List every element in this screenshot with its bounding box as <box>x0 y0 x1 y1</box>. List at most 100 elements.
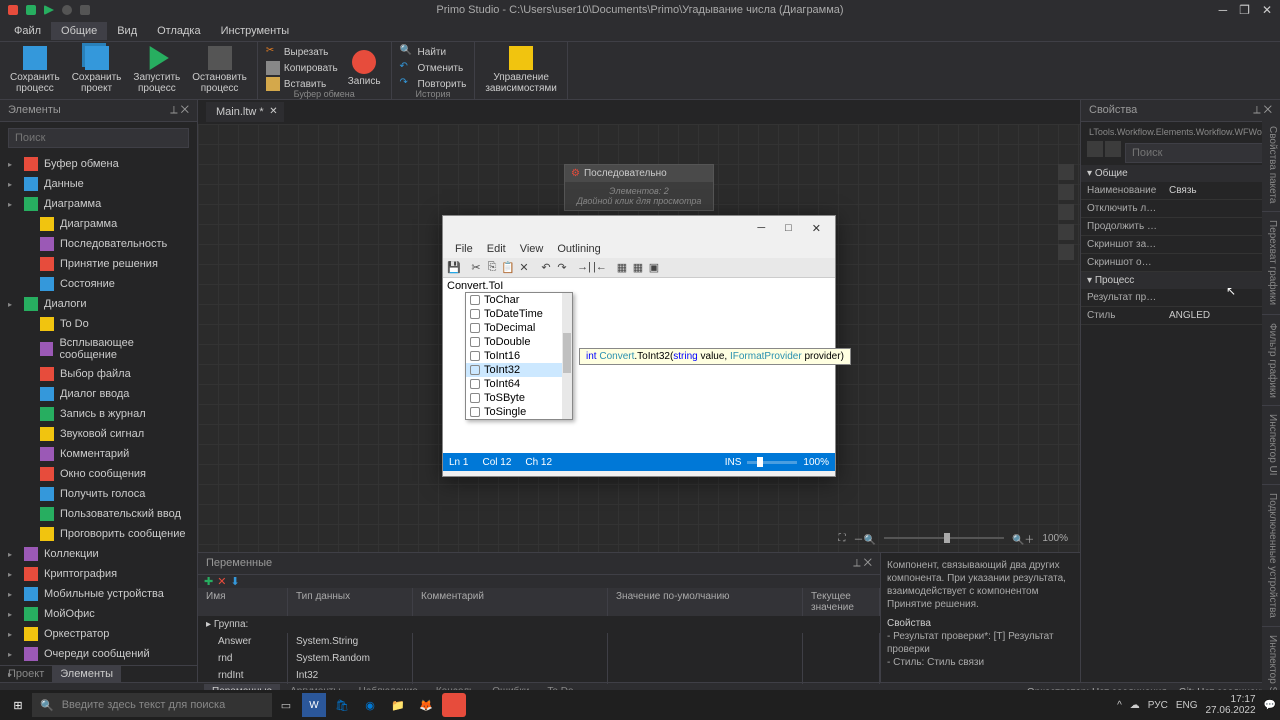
autocomplete-item[interactable]: ToSingle <box>466 405 572 419</box>
tree-item[interactable]: Состояние <box>0 274 197 294</box>
vars-close-icon[interactable]: ⟂ ✕ <box>853 557 872 570</box>
delete-var-button[interactable]: ✕ <box>217 575 226 588</box>
firefox-icon[interactable]: 🦊 <box>414 693 438 717</box>
autocomplete-item[interactable]: ToDouble <box>466 335 572 349</box>
editor-paste-icon[interactable]: 📋 <box>501 261 515 275</box>
tool-3[interactable] <box>1058 204 1074 220</box>
zoom-slider[interactable] <box>884 537 1004 539</box>
tree-item[interactable]: Очереди сообщений <box>0 644 197 664</box>
editor-comment-icon[interactable]: ▦ <box>615 261 629 275</box>
zoom-out-icon[interactable]: －🔍 <box>854 531 876 546</box>
tree-item[interactable]: Получить голоса <box>0 484 197 504</box>
tree-item[interactable]: МойОфис <box>0 604 197 624</box>
edge-icon[interactable]: ◉ <box>358 693 382 717</box>
task-view-icon[interactable]: ▭ <box>274 693 298 717</box>
pointer-tool[interactable] <box>1058 164 1074 180</box>
tree-item[interactable]: Пользовательский ввод <box>0 504 197 524</box>
editor-uncomment-icon[interactable]: ▦ <box>631 261 645 275</box>
tab-close-icon[interactable]: ✕ <box>269 106 277 117</box>
taskbar-search[interactable]: 🔍Введите здесь текст для поиска <box>32 693 272 717</box>
tree-item[interactable]: Мобильные устройства <box>0 584 197 604</box>
col-name[interactable]: Имя <box>198 588 288 616</box>
deps-button[interactable]: Управление зависимостями <box>479 44 563 96</box>
record-button[interactable]: Запись <box>342 48 387 89</box>
close-button[interactable]: ✕ <box>1262 3 1272 17</box>
menu-view[interactable]: Вид <box>107 22 147 40</box>
editor-outdent-icon[interactable]: |← <box>593 261 607 275</box>
copy-button[interactable]: Копировать <box>262 60 342 76</box>
elements-tab[interactable]: Элементы <box>52 666 121 682</box>
dialog-close-button[interactable]: ✕ <box>806 220 827 237</box>
elements-search-input[interactable] <box>8 128 189 148</box>
tree-item[interactable]: Комментарий <box>0 444 197 464</box>
panel-pin-icon[interactable]: ⟂ ✕ <box>170 104 189 117</box>
editor-undo-icon[interactable]: ↶ <box>539 261 553 275</box>
props-cat-icon[interactable] <box>1105 141 1121 157</box>
zoom-in-icon[interactable]: 🔍＋ <box>1012 531 1034 546</box>
props-sort-icon[interactable] <box>1087 141 1103 157</box>
tree-item[interactable]: Звуковой сигнал <box>0 424 197 444</box>
tree-item[interactable]: Принятие решения <box>0 254 197 274</box>
lang-indicator[interactable]: РУС <box>1148 700 1168 711</box>
prop-row[interactable]: Продолжить при о... <box>1081 218 1280 236</box>
word-icon[interactable]: W <box>302 693 326 717</box>
run-button[interactable]: Запустить процесс <box>127 44 186 96</box>
tree-item[interactable]: Оркестратор <box>0 624 197 644</box>
prop-row[interactable]: СтильANGLED <box>1081 307 1280 325</box>
dialog-maximize-button[interactable]: □ <box>779 220 798 236</box>
tree-item[interactable]: Данные <box>0 174 197 194</box>
dialog-menu-outlining[interactable]: Outlining <box>551 243 606 255</box>
editor-delete-icon[interactable]: ✕ <box>517 261 531 275</box>
side-tab[interactable]: Фильтр графики <box>1262 315 1280 407</box>
start-button[interactable]: ⊞ <box>6 693 30 717</box>
col-type[interactable]: Тип данных <box>288 588 413 616</box>
autocomplete-item[interactable]: ToChar <box>466 293 572 307</box>
dialog-menu-view[interactable]: View <box>514 243 550 255</box>
menu-debug[interactable]: Отладка <box>147 22 210 40</box>
tree-item[interactable]: Диалог ввода <box>0 384 197 404</box>
side-tab[interactable]: Подключенные устройства <box>1262 485 1280 627</box>
col-comment[interactable]: Комментарий <box>413 588 608 616</box>
var-row[interactable]: AnswerSystem.String <box>198 633 880 650</box>
autocomplete-item[interactable]: ToInt16 <box>466 349 572 363</box>
autocomplete-item[interactable]: ToInt64 <box>466 377 572 391</box>
editor-copy-icon[interactable]: ⎘ <box>485 261 499 275</box>
side-tab[interactable]: Свойства пакета <box>1262 118 1280 212</box>
editor-cut-icon[interactable]: ✂ <box>469 261 483 275</box>
sequence-node[interactable]: ⚙Последовательно Элементов: 2Двойной кли… <box>564 164 714 211</box>
editor-redo-icon[interactable]: ↷ <box>555 261 569 275</box>
props-search-input[interactable] <box>1125 143 1272 163</box>
menu-tools[interactable]: Инструменты <box>211 22 300 40</box>
prop-row[interactable]: Скриншот ошибки <box>1081 254 1280 272</box>
autocomplete-item[interactable]: ToDateTime <box>466 307 572 321</box>
props-section-general[interactable]: ▾ Общие <box>1081 165 1280 182</box>
prop-row[interactable]: Результат проверки <box>1081 289 1280 307</box>
kb-indicator[interactable]: ENG <box>1176 700 1198 711</box>
tree-item[interactable]: Диаграмма <box>0 194 197 214</box>
tree-item[interactable]: Последовательность <box>0 234 197 254</box>
tree-item[interactable]: Проговорить сообщение <box>0 524 197 544</box>
tree-item[interactable]: Коллекции <box>0 544 197 564</box>
save-project-button[interactable]: Сохранить проект <box>66 44 128 96</box>
find-button[interactable]: 🔍Найти <box>396 44 471 60</box>
tree-item[interactable]: To Do <box>0 314 197 334</box>
dialog-minimize-button[interactable]: ─ <box>751 220 771 236</box>
prop-row[interactable]: Скриншот заверше... <box>1081 236 1280 254</box>
side-tab[interactable]: Перехват графики <box>1262 212 1280 314</box>
cut-button[interactable]: ✂Вырезать <box>262 44 342 60</box>
code-editor-dialog[interactable]: ─ □ ✕ File Edit View Outlining 💾 ✂ ⎘ 📋 ✕… <box>442 215 836 477</box>
autocomplete-item[interactable]: ToInt32 <box>466 363 572 377</box>
tree-item[interactable]: Всплывающее сообщение <box>0 334 197 364</box>
store-icon[interactable]: 🛍 <box>330 693 354 717</box>
vars-group[interactable]: ▸ Группа: <box>198 616 880 633</box>
autocomplete-popup[interactable]: ToCharToDateTimeToDecimalToDoubleToInt16… <box>465 292 573 420</box>
var-action-button[interactable]: ⬇ <box>230 575 239 588</box>
prop-row[interactable]: Отключить логиро... <box>1081 200 1280 218</box>
explorer-icon[interactable]: 📁 <box>386 693 410 717</box>
prop-row[interactable]: НаименованиеСвязь <box>1081 182 1280 200</box>
save-process-button[interactable]: Сохранить процесс <box>4 44 66 96</box>
autocomplete-item[interactable]: ToDecimal <box>466 321 572 335</box>
autocomplete-item[interactable]: ToSByte <box>466 391 572 405</box>
var-row[interactable]: rndIntInt32 <box>198 667 880 684</box>
props-section-process[interactable]: ▾ Процесс <box>1081 272 1280 289</box>
